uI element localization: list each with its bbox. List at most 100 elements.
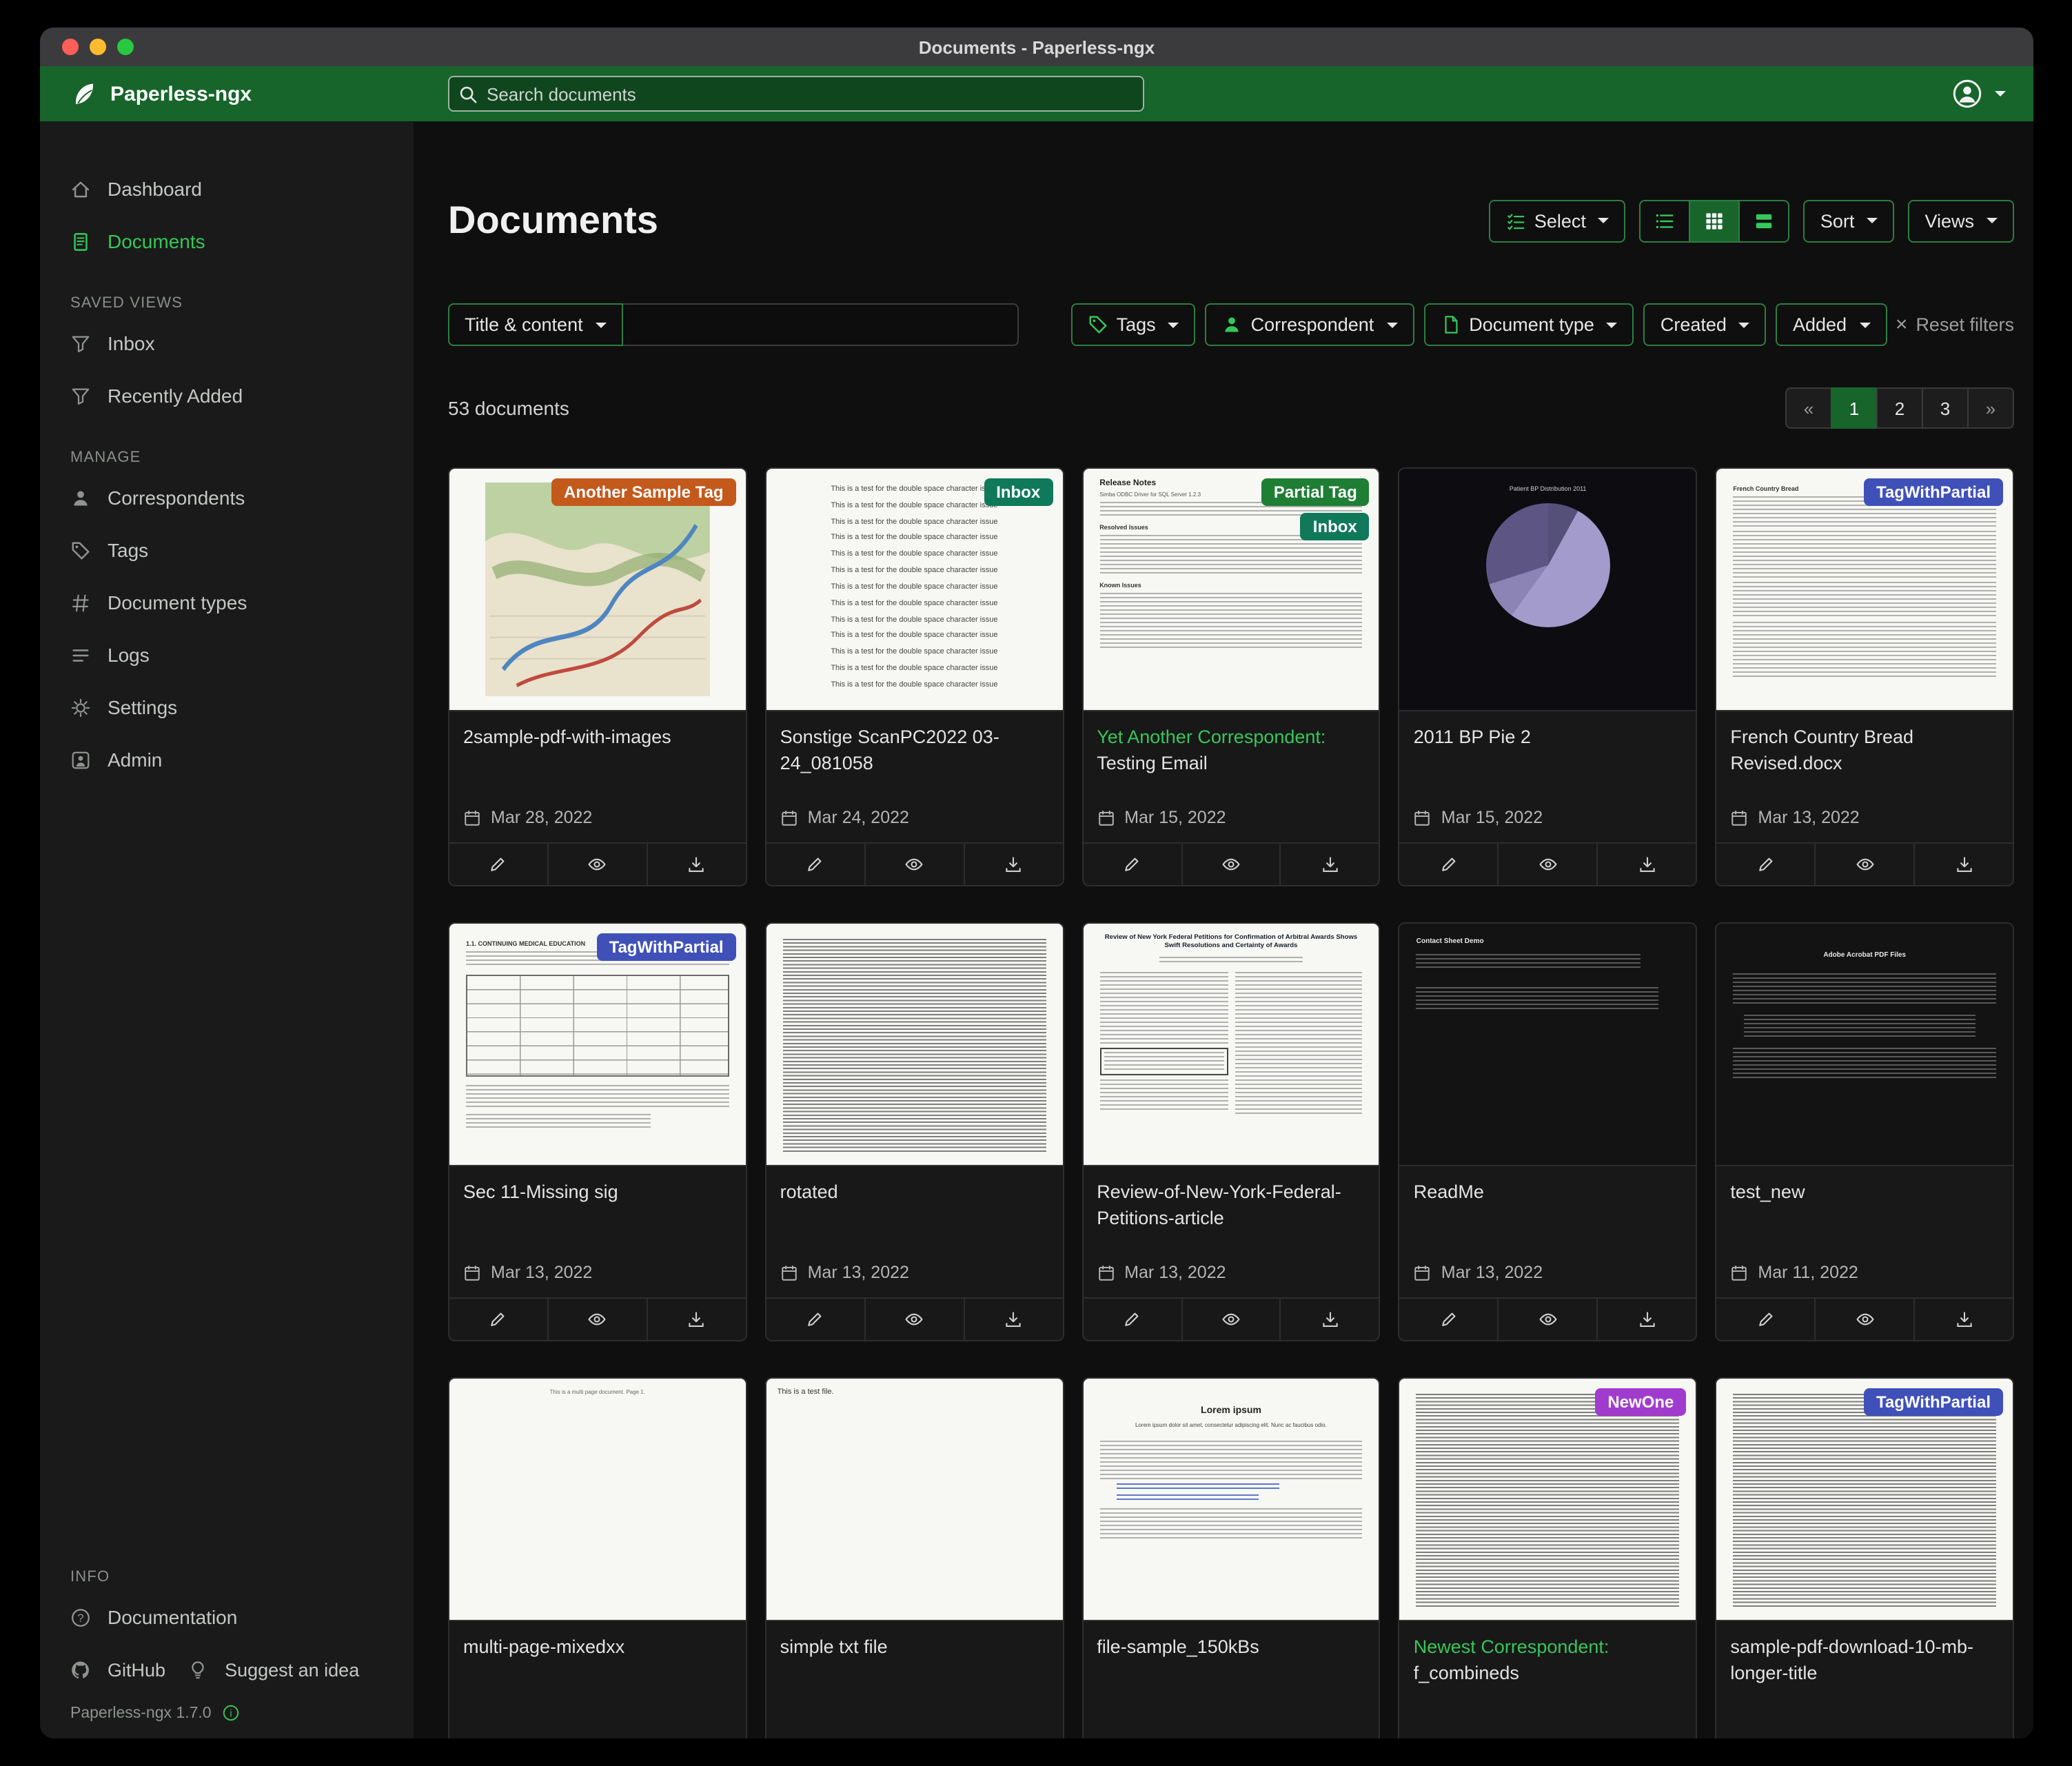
tag-badge[interactable]: Inbox: [984, 478, 1053, 506]
pagination-page-1[interactable]: 1: [1831, 387, 1878, 429]
document-title[interactable]: French Country Bread Revised.docx: [1730, 725, 1999, 783]
edit-document-button[interactable]: [449, 844, 547, 885]
sidebar-item-admin[interactable]: Admin: [40, 733, 414, 786]
document-thumbnail[interactable]: This is a test for the double space char…: [766, 469, 1063, 711]
download-document-button[interactable]: [1280, 844, 1379, 885]
document-thumbnail[interactable]: NewOne: [1400, 1379, 1696, 1621]
download-document-button[interactable]: [963, 1299, 1062, 1340]
document-title[interactable]: Review-of-New-York-Federal-Petitions-art…: [1097, 1180, 1365, 1238]
edit-document-button[interactable]: [1400, 844, 1498, 885]
document-title[interactable]: 2011 BP Pie 2: [1414, 725, 1683, 783]
document-thumbnail[interactable]: This is a test file.: [766, 1379, 1063, 1621]
document-title[interactable]: simple txt file: [780, 1635, 1049, 1693]
tag-badge[interactable]: TagWithPartial: [1864, 478, 2003, 506]
views-button[interactable]: Views: [1908, 199, 2014, 242]
tag-badge[interactable]: Inbox: [1301, 513, 1370, 540]
document-thumbnail[interactable]: Release Notes Simba ODBC Driver for SQL …: [1083, 469, 1379, 711]
download-document-button[interactable]: [1913, 844, 2013, 885]
document-thumbnail[interactable]: Contact Sheet Demo: [1400, 924, 1696, 1166]
edit-document-button[interactable]: [766, 1299, 864, 1340]
reset-filters-button[interactable]: × Reset filters: [1896, 314, 2014, 335]
view-document-button[interactable]: [1814, 1299, 1913, 1340]
sidebar-item-settings[interactable]: Settings: [40, 681, 414, 733]
edit-document-button[interactable]: [1400, 1299, 1498, 1340]
view-document-button[interactable]: [1181, 844, 1280, 885]
view-document-button[interactable]: [1498, 844, 1597, 885]
document-correspondent[interactable]: Newest Correspondent:: [1414, 1636, 1609, 1657]
document-title[interactable]: Sonstige ScanPC2022 03-24_081058: [780, 725, 1049, 783]
sidebar-item-github[interactable]: GitHub: [70, 1643, 165, 1696]
document-title[interactable]: Sec 11-Missing sig: [463, 1180, 732, 1238]
view-document-button[interactable]: [864, 844, 963, 885]
search-input[interactable]: [448, 76, 1144, 112]
document-title[interactable]: 2sample-pdf-with-images: [463, 725, 732, 783]
edit-document-button[interactable]: [1083, 844, 1181, 885]
document-title[interactable]: ReadMe: [1414, 1180, 1683, 1238]
document-title[interactable]: sample-pdf-download-10-mb-longer-title: [1730, 1635, 1999, 1693]
tag-badge[interactable]: TagWithPartial: [597, 933, 736, 961]
title-content-dropdown[interactable]: Title & content: [448, 303, 623, 346]
created-filter-button[interactable]: Created: [1644, 303, 1767, 346]
info-circle-icon[interactable]: [223, 1704, 241, 1722]
document-correspondent[interactable]: Yet Another Correspondent:: [1097, 727, 1326, 747]
document-title[interactable]: rotated: [780, 1180, 1049, 1238]
sort-button[interactable]: Sort: [1804, 199, 1895, 242]
sidebar-item-inbox[interactable]: Inbox: [40, 317, 414, 369]
download-document-button[interactable]: [1597, 844, 1696, 885]
minimize-window-button[interactable]: [90, 39, 106, 55]
document-thumbnail[interactable]: Patient BP Distribution 2011: [1400, 469, 1696, 711]
document-thumbnail[interactable]: Review of New York Federal Petitions for…: [1083, 924, 1379, 1166]
sidebar-item-documentation[interactable]: Documentation: [40, 1591, 414, 1643]
edit-document-button[interactable]: [766, 844, 864, 885]
view-document-button[interactable]: [864, 1299, 963, 1340]
view-document-button[interactable]: [1814, 844, 1913, 885]
table-view-button[interactable]: [1640, 199, 1691, 242]
download-document-button[interactable]: [1597, 1299, 1696, 1340]
large-cards-view-button[interactable]: [1739, 199, 1790, 242]
correspondent-filter-button[interactable]: Correspondent: [1206, 303, 1414, 346]
sidebar-item-documents[interactable]: Documents: [40, 215, 414, 267]
zoom-window-button[interactable]: [117, 39, 134, 55]
download-document-button[interactable]: [647, 844, 746, 885]
view-document-button[interactable]: [1181, 1299, 1280, 1340]
document-title[interactable]: multi-page-mixedxx: [463, 1635, 732, 1693]
view-document-button[interactable]: [1498, 1299, 1597, 1340]
document-title[interactable]: Newest Correspondent: f_combineds: [1414, 1635, 1683, 1693]
title-content-input[interactable]: [623, 303, 1019, 346]
select-button[interactable]: Select: [1489, 199, 1626, 242]
tag-badge[interactable]: NewOne: [1595, 1388, 1686, 1416]
view-document-button[interactable]: [547, 844, 647, 885]
document-thumbnail[interactable]: 1.1. CONTINUING MEDICAL EDUCATION TagWit…: [449, 924, 746, 1166]
download-document-button[interactable]: [647, 1299, 746, 1340]
sidebar-item-document-types[interactable]: Document types: [40, 576, 414, 629]
sidebar-item-dashboard[interactable]: Dashboard: [40, 163, 414, 215]
document-title[interactable]: Yet Another Correspondent: Testing Email: [1097, 725, 1365, 783]
sidebar-item-correspondents[interactable]: Correspondents: [40, 471, 414, 524]
edit-document-button[interactable]: [1083, 1299, 1181, 1340]
document-thumbnail[interactable]: This is a multi page document. Page 1.: [449, 1379, 746, 1621]
download-document-button[interactable]: [1913, 1299, 2013, 1340]
download-document-button[interactable]: [1280, 1299, 1379, 1340]
tag-badge[interactable]: Partial Tag: [1261, 478, 1370, 506]
tags-filter-button[interactable]: Tags: [1071, 303, 1196, 346]
pagination-prev[interactable]: «: [1785, 387, 1832, 429]
download-document-button[interactable]: [963, 844, 1062, 885]
added-filter-button[interactable]: Added: [1776, 303, 1887, 346]
close-window-button[interactable]: [62, 39, 79, 55]
document-title[interactable]: file-sample_150kBs: [1097, 1635, 1365, 1693]
edit-document-button[interactable]: [1716, 1299, 1814, 1340]
document-thumbnail[interactable]: Another Sample Tag: [449, 469, 746, 711]
edit-document-button[interactable]: [449, 1299, 547, 1340]
sidebar-item-recently-added[interactable]: Recently Added: [40, 369, 414, 422]
grid-view-button[interactable]: [1689, 199, 1740, 242]
document-title[interactable]: test_new: [1730, 1180, 1999, 1238]
sidebar-item-tags[interactable]: Tags: [40, 524, 414, 576]
tag-badge[interactable]: TagWithPartial: [1864, 1388, 2003, 1416]
document-thumbnail[interactable]: French Country Bread TagWithPartial: [1716, 469, 2013, 711]
document-thumbnail[interactable]: Adobe Acrobat PDF Files: [1716, 924, 2013, 1166]
brand[interactable]: Paperless-ngx: [40, 80, 414, 108]
document-thumbnail[interactable]: Lorem ipsum Lorem ipsum dolor sit amet, …: [1083, 1379, 1379, 1621]
sidebar-item-logs[interactable]: Logs: [40, 629, 414, 681]
pagination-page-2[interactable]: 2: [1876, 387, 1923, 429]
sidebar-item-suggest-idea[interactable]: Suggest an idea: [187, 1643, 359, 1696]
